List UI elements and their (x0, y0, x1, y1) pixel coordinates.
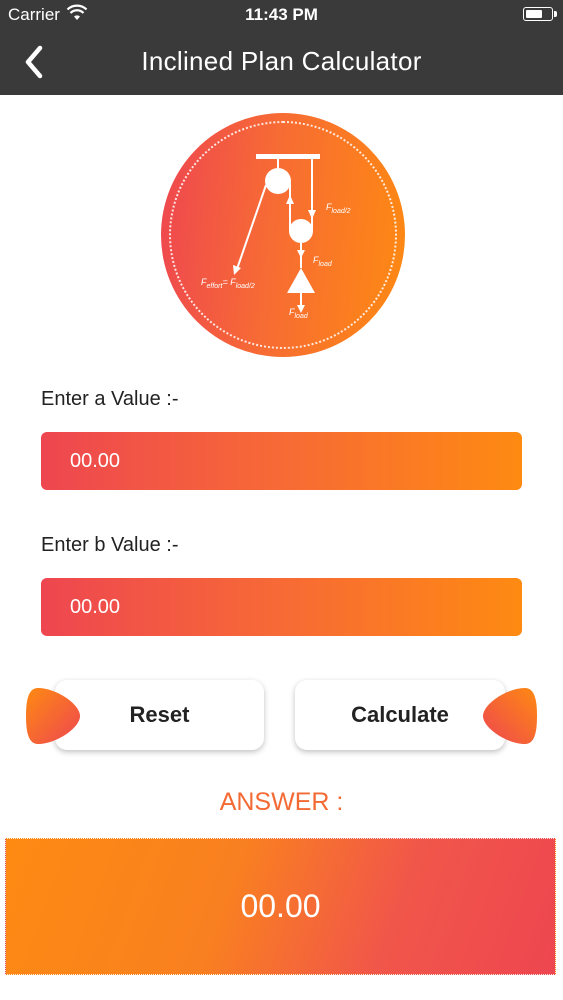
answer-box: 00.00 (5, 838, 556, 975)
label-f-load-mid-sub: load (319, 261, 333, 268)
status-bar: Carrier 11:43 PM (0, 0, 563, 30)
navigation-bar: Inclined Plan Calculator (0, 30, 563, 95)
calculate-button[interactable]: Calculate (295, 680, 505, 750)
b-value-field[interactable] (41, 578, 522, 636)
answer-value: 00.00 (240, 888, 321, 924)
b-value-label: Enter b Value :- (41, 534, 179, 556)
reset-button[interactable]: Reset (55, 680, 264, 750)
status-time: 11:43 PM (245, 5, 318, 24)
svg-text:Fload: Fload (313, 255, 333, 268)
svg-text:Feffort= Fload/2: Feffort= Fload/2 (201, 277, 255, 290)
label-f-load-bottom-sub: load (295, 313, 309, 320)
label-f-load-half-sub: load/2 (332, 208, 351, 215)
pulley-diagram-icon: Fload/2 Fload Feffort= Fload/2 Fload (201, 154, 351, 320)
a-value-input[interactable] (68, 448, 495, 474)
svg-text:Fload: Fload (289, 307, 309, 320)
svg-text:Fload/2: Fload/2 (326, 202, 351, 215)
pulley-logo: Fload/2 Fload Feffort= Fload/2 Fload (161, 113, 405, 357)
battery-icon (523, 7, 557, 21)
label-f-effort-eq: = F (222, 277, 236, 287)
a-value-label: Enter a Value :- (41, 388, 179, 410)
page-title: Inclined Plan Calculator (141, 46, 422, 76)
answer-label: ANSWER : (219, 788, 344, 816)
label-f-effort-sub: effort (207, 283, 224, 290)
b-value-input[interactable] (68, 594, 495, 620)
label-f-effort-eq-sub: load/2 (236, 283, 255, 290)
calculate-blob-decoration (483, 688, 537, 744)
a-value-field[interactable] (41, 432, 522, 490)
reset-blob-decoration (26, 688, 80, 744)
